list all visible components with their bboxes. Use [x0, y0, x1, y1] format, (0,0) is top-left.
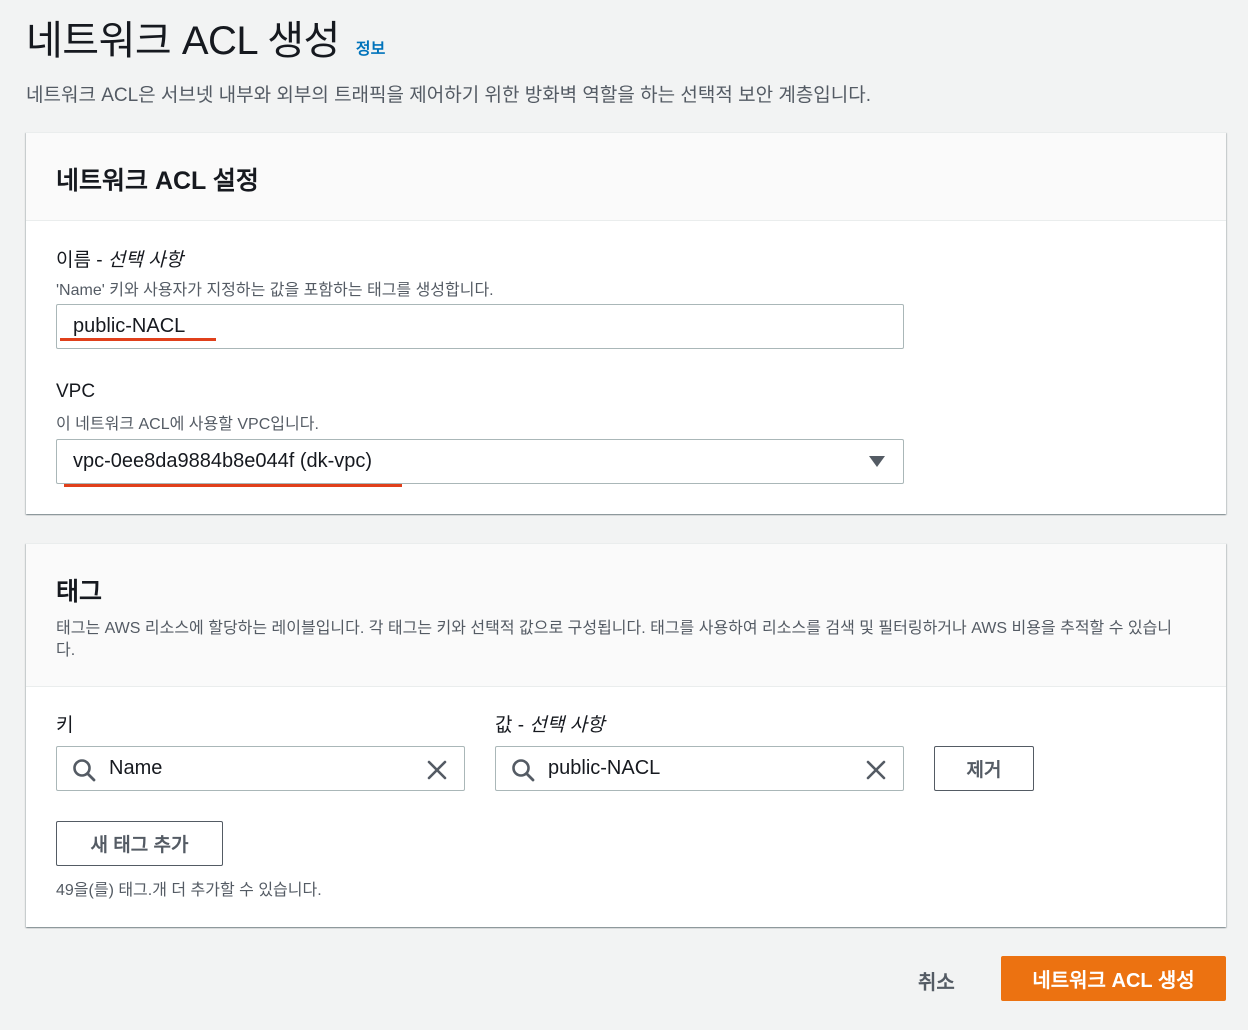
tags-panel: 태그 태그는 AWS 리소스에 할당하는 레이블입니다. 각 태그는 키와 선택…	[26, 543, 1226, 927]
tag-value-label: 값 - 선택 사항	[495, 710, 605, 737]
tag-value-label-text: 값 -	[495, 715, 530, 736]
tag-key-label: 키	[56, 715, 74, 736]
clear-icon[interactable]	[863, 757, 889, 783]
acl-settings-title: 네트워크 ACL 설정	[56, 167, 259, 195]
tag-value-input[interactable]	[548, 757, 853, 780]
remove-tag-button[interactable]: 제거	[934, 746, 1034, 791]
name-label-text: 이름 -	[56, 250, 108, 271]
name-label-optional: 선택 사항	[107, 250, 184, 271]
page-title: 네트워크 ACL 생성	[26, 19, 340, 63]
name-input-box[interactable]	[56, 304, 904, 349]
page-header: 네트워크 ACL 생성 정보	[26, 8, 385, 66]
search-icon	[512, 759, 535, 782]
vpc-select[interactable]: vpc-0ee8da9884b8e044f (dk-vpc)	[56, 439, 904, 484]
acl-settings-panel: 네트워크 ACL 설정 이름 - 선택 사항 'Name' 키와 사용자가 지정…	[26, 132, 1226, 514]
search-icon	[73, 759, 96, 782]
add-tag-button[interactable]: 새 태그 추가	[56, 821, 223, 866]
vpc-label: VPC	[56, 381, 96, 402]
clear-icon[interactable]	[424, 757, 450, 783]
acl-settings-header: 네트워크 ACL 설정	[26, 133, 1226, 221]
tags-description: 태그는 AWS 리소스에 할당하는 레이블입니다. 각 태그는 키와 선택적 값…	[56, 620, 1173, 659]
tag-key-input[interactable]	[109, 757, 414, 780]
tag-value-label-optional: 선택 사항	[529, 715, 605, 736]
vpc-select-value: vpc-0ee8da9884b8e044f (dk-vpc)	[73, 450, 373, 472]
tag-key-input-box[interactable]	[56, 746, 465, 791]
page-description: 네트워크 ACL은 서브넷 내부와 외부의 트래픽을 제어하기 위한 방화벽 역…	[26, 85, 872, 106]
tags-header: 태그 태그는 AWS 리소스에 할당하는 레이블입니다. 각 태그는 키와 선택…	[26, 544, 1226, 687]
name-underline	[60, 338, 216, 341]
info-link[interactable]: 정보	[356, 35, 385, 59]
name-input[interactable]	[73, 315, 903, 338]
caret-down-icon	[869, 456, 885, 467]
cancel-button[interactable]: 취소	[918, 966, 955, 995]
vpc-description: 이 네트워크 ACL에 사용할 VPC입니다.	[56, 416, 319, 433]
name-label: 이름 - 선택 사항	[56, 245, 183, 272]
tags-title: 태그	[56, 578, 103, 606]
vpc-underline	[64, 484, 402, 487]
tag-value-input-box[interactable]	[495, 746, 904, 791]
tag-remaining-text: 49을(를) 태그.개 더 추가할 수 있습니다.	[56, 882, 322, 899]
name-description: 'Name' 키와 사용자가 지정하는 값을 포함하는 태그를 생성합니다.	[56, 282, 494, 299]
create-acl-button[interactable]: 네트워크 ACL 생성	[1001, 956, 1226, 1001]
